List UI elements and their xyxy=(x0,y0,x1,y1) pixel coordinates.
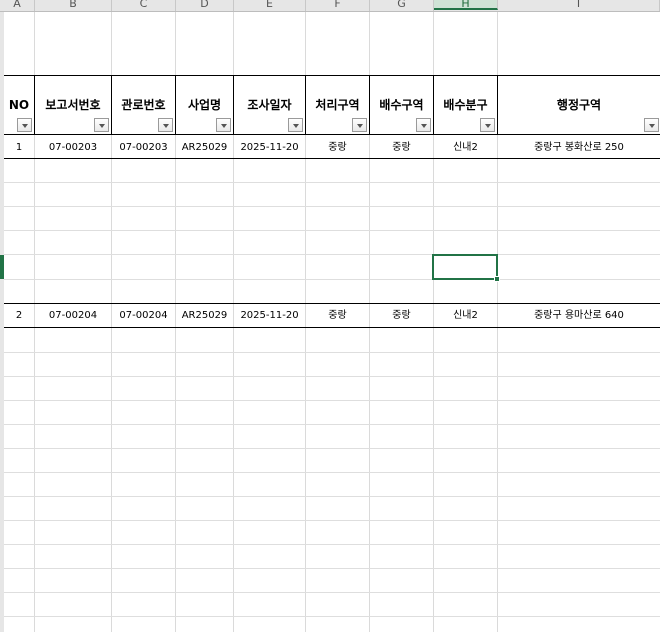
cell-project-name[interactable]: AR25029 xyxy=(176,142,233,154)
cell-admin-district[interactable]: 중랑구 봉화산로 250 xyxy=(498,142,660,154)
header-no[interactable]: NO xyxy=(4,98,34,112)
gridline xyxy=(4,472,660,473)
header-drainage-subzone[interactable]: 배수분구 xyxy=(434,98,497,112)
gridline xyxy=(4,376,660,377)
filter-dropdown-icon[interactable] xyxy=(352,118,367,132)
table-border xyxy=(4,158,660,159)
gridline xyxy=(4,520,660,521)
filter-dropdown-icon[interactable] xyxy=(94,118,109,132)
cell-pipe-number[interactable]: 07-00203 xyxy=(112,142,175,154)
gridline xyxy=(4,568,660,569)
table-border xyxy=(4,327,660,328)
header-report-number[interactable]: 보고서번호 xyxy=(35,98,111,112)
cell-survey-date[interactable]: 2025-11-20 xyxy=(234,310,305,322)
cell-admin-district[interactable]: 중랑구 용마산로 640 xyxy=(498,310,660,322)
header-treatment-zone[interactable]: 처리구역 xyxy=(306,98,369,112)
gridline xyxy=(4,352,660,353)
row-gutter-selected[interactable] xyxy=(0,255,4,279)
filter-dropdown-icon[interactable] xyxy=(17,118,32,132)
column-header-i[interactable]: I xyxy=(498,0,660,11)
cell-treatment-zone[interactable]: 중랑 xyxy=(306,310,369,322)
gridline xyxy=(4,206,660,207)
header-survey-date[interactable]: 조사일자 xyxy=(234,98,305,112)
gridline xyxy=(4,448,660,449)
column-header-h[interactable]: H xyxy=(434,0,498,10)
header-pipe-number[interactable]: 관로번호 xyxy=(112,98,175,112)
gridline xyxy=(4,182,660,183)
active-cell-selection[interactable] xyxy=(432,254,498,280)
cell-treatment-zone[interactable]: 중랑 xyxy=(306,142,369,154)
column-header-b[interactable]: B xyxy=(35,0,112,11)
header-admin-district[interactable]: 행정구역 xyxy=(498,98,660,112)
cell-pipe-number[interactable]: 07-00204 xyxy=(112,310,175,322)
filter-dropdown-icon[interactable] xyxy=(158,118,173,132)
cell-project-name[interactable]: AR25029 xyxy=(176,310,233,322)
fill-handle[interactable] xyxy=(494,276,500,282)
table-border xyxy=(4,75,660,76)
filter-dropdown-icon[interactable] xyxy=(480,118,495,132)
cell-report-number[interactable]: 07-00204 xyxy=(35,310,111,322)
column-header-c[interactable]: C xyxy=(112,0,176,11)
gridline xyxy=(4,424,660,425)
column-header-bar: A B C D E F G H I xyxy=(0,0,660,12)
filter-dropdown-icon[interactable] xyxy=(644,118,659,132)
cell-drainage-zone[interactable]: 중랑 xyxy=(370,310,433,322)
column-header-e[interactable]: E xyxy=(234,0,306,11)
table-border xyxy=(4,134,660,135)
filter-dropdown-icon[interactable] xyxy=(288,118,303,132)
gridline xyxy=(4,616,660,617)
filter-dropdown-icon[interactable] xyxy=(416,118,431,132)
cell-drainage-subzone[interactable]: 신내2 xyxy=(434,142,497,154)
column-header-g[interactable]: G xyxy=(370,0,434,11)
header-drainage-zone[interactable]: 배수구역 xyxy=(370,98,433,112)
cell-no[interactable]: 2 xyxy=(4,310,34,322)
gridline xyxy=(4,279,660,280)
column-header-f[interactable]: F xyxy=(306,0,370,11)
gridline xyxy=(4,254,660,255)
column-header-a[interactable]: A xyxy=(0,0,35,11)
cell-drainage-subzone[interactable]: 신내2 xyxy=(434,310,497,322)
gridline xyxy=(4,592,660,593)
cell-survey-date[interactable]: 2025-11-20 xyxy=(234,142,305,154)
table-border xyxy=(4,303,660,304)
header-project-name[interactable]: 사업명 xyxy=(176,98,233,112)
column-header-d[interactable]: D xyxy=(176,0,234,11)
filter-dropdown-icon[interactable] xyxy=(216,118,231,132)
cell-report-number[interactable]: 07-00203 xyxy=(35,142,111,154)
gridline xyxy=(4,544,660,545)
gridline xyxy=(4,496,660,497)
cell-drainage-zone[interactable]: 중랑 xyxy=(370,142,433,154)
row-gutter xyxy=(0,279,4,632)
cell-no[interactable]: 1 xyxy=(4,142,34,154)
gridline xyxy=(4,400,660,401)
gridline xyxy=(4,230,660,231)
